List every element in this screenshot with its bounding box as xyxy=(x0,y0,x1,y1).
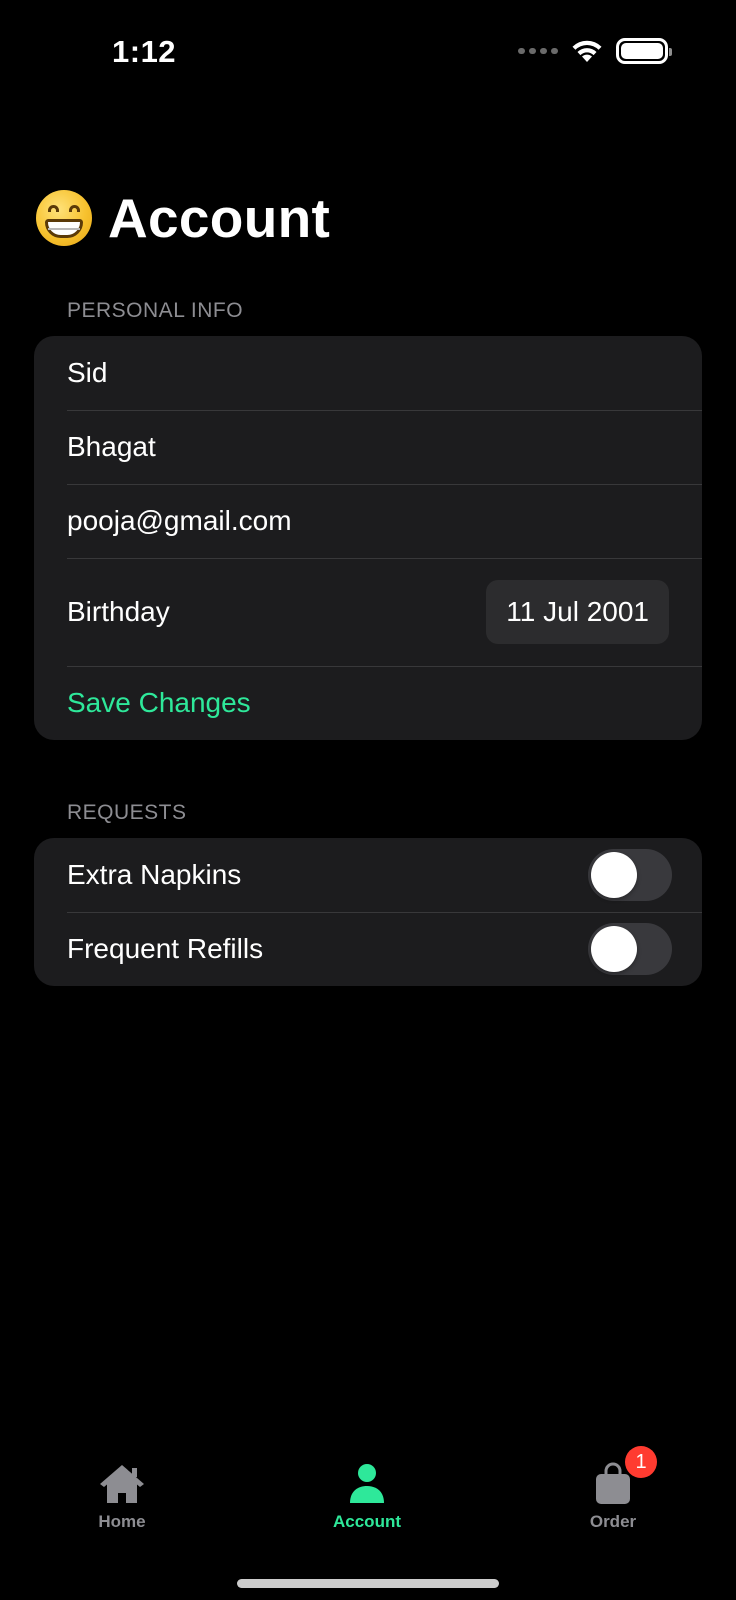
birthday-row: Birthday 11 Jul 2001 xyxy=(34,558,702,666)
cellular-signal-icon xyxy=(518,48,558,54)
wifi-icon xyxy=(572,40,602,62)
tab-account-label: Account xyxy=(333,1512,401,1531)
person-icon xyxy=(350,1464,384,1503)
request-row-extra-napkins: Extra Napkins xyxy=(34,838,702,912)
tab-order-label: Order xyxy=(589,1512,637,1531)
save-changes-row: Save Changes xyxy=(34,666,702,740)
tab-bar: Home Account 1 Order xyxy=(0,1446,736,1542)
save-changes-button[interactable]: Save Changes xyxy=(67,687,251,719)
last-name-field[interactable]: Bhagat xyxy=(34,410,702,484)
section-header-personal-info: PERSONAL INFO xyxy=(67,299,244,322)
requests-card: Extra Napkins Frequent Refills xyxy=(34,838,702,986)
home-indicator[interactable] xyxy=(237,1579,499,1588)
page-header: Account xyxy=(36,186,330,250)
tab-order[interactable]: 1 Order xyxy=(543,1446,683,1532)
grinning-face-icon xyxy=(36,190,92,246)
personal-info-card: Sid Bhagat pooja@gmail.com Birthday 11 J… xyxy=(34,336,702,740)
section-header-requests: REQUESTS xyxy=(67,801,187,824)
status-time: 1:12 xyxy=(112,34,177,69)
last-name-value: Bhagat xyxy=(67,431,156,462)
house-icon xyxy=(100,1465,144,1503)
toggle-knob xyxy=(591,926,637,972)
extra-napkins-toggle[interactable] xyxy=(588,849,672,901)
toggle-knob xyxy=(591,852,637,898)
tab-home-label: Home xyxy=(98,1512,146,1531)
tab-home[interactable]: Home xyxy=(52,1462,192,1532)
page-title: Account xyxy=(108,187,331,249)
screen: 1:12 Account PERSONAL INFO Sid Bhagat po… xyxy=(0,0,736,1600)
status-icons xyxy=(518,38,672,64)
first-name-field[interactable]: Sid xyxy=(34,336,702,410)
birthday-date-picker[interactable]: 11 Jul 2001 xyxy=(486,580,669,644)
first-name-value: Sid xyxy=(67,357,108,388)
frequent-refills-toggle[interactable] xyxy=(588,923,672,975)
frequent-refills-label: Frequent Refills xyxy=(67,933,264,964)
tab-account[interactable]: Account xyxy=(297,1462,437,1532)
email-field[interactable]: pooja@gmail.com xyxy=(34,484,702,558)
birthday-label: Birthday xyxy=(67,596,170,627)
request-row-frequent-refills: Frequent Refills xyxy=(34,912,702,986)
extra-napkins-label: Extra Napkins xyxy=(67,859,242,890)
order-badge: 1 xyxy=(625,1446,657,1478)
battery-icon xyxy=(616,38,672,64)
email-value: pooja@gmail.com xyxy=(67,505,292,536)
